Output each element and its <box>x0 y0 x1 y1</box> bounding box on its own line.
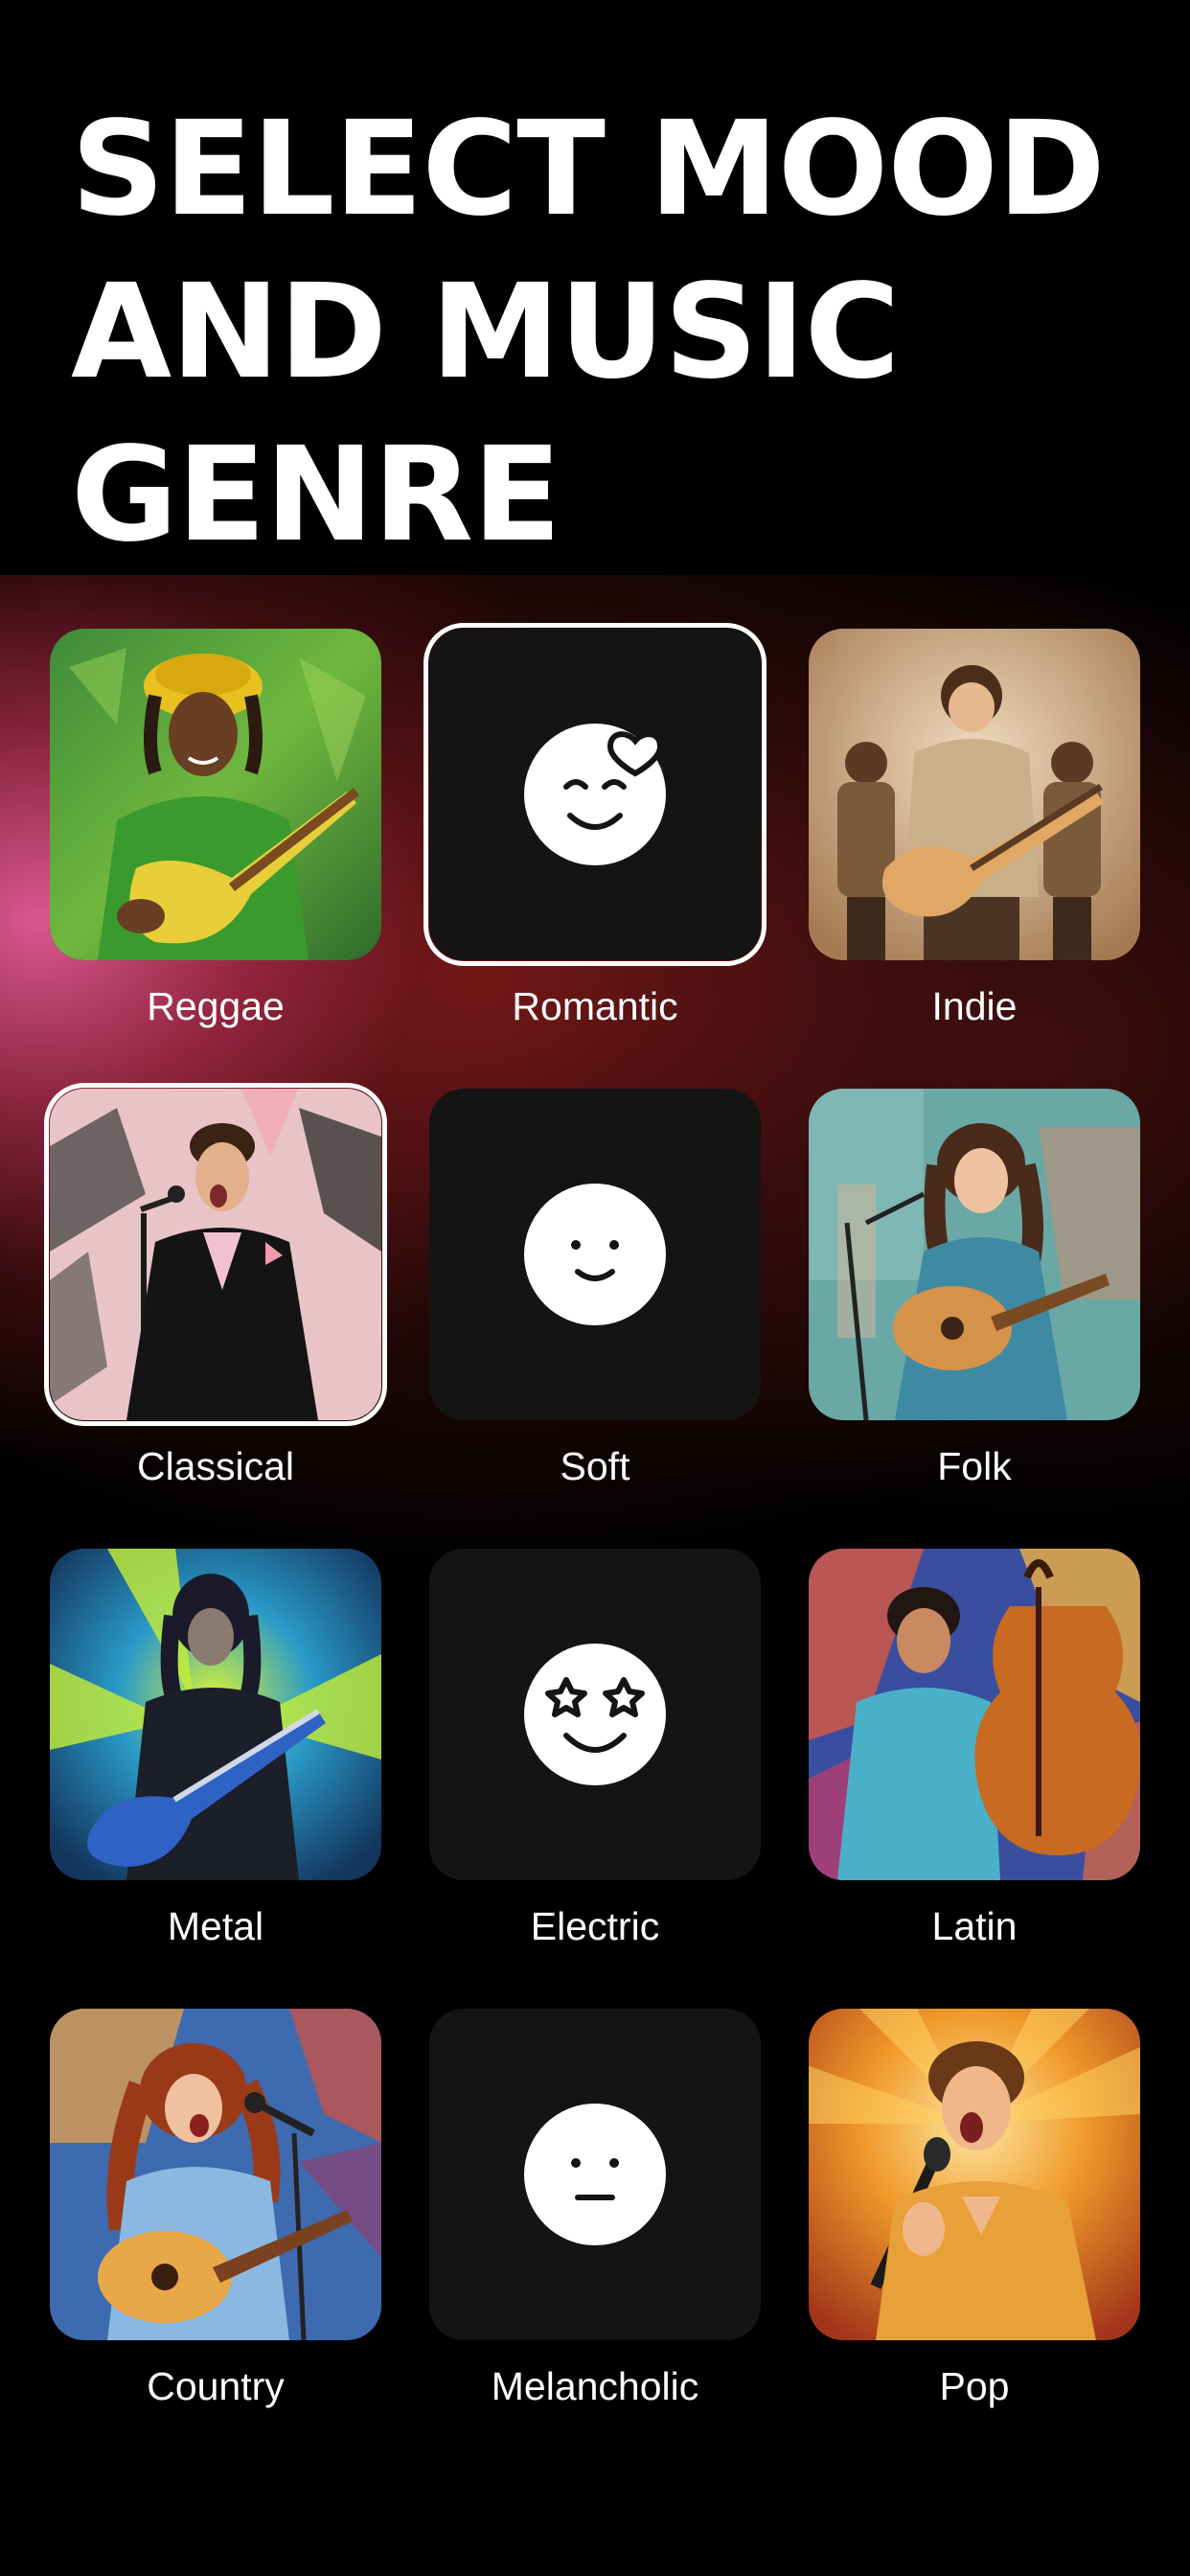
indie-artwork <box>809 629 1140 960</box>
option-tile-romantic[interactable] <box>423 623 767 966</box>
neutral-face-icon <box>524 2104 666 2245</box>
option-label-reggae: Reggae <box>147 984 285 1028</box>
option-tile-pop[interactable] <box>809 2009 1140 2340</box>
option-tile-country[interactable] <box>50 2009 381 2340</box>
metal-artwork <box>50 1549 381 1880</box>
option-label-classical: Classical <box>136 1444 295 1488</box>
option-label-soft: Soft <box>560 1444 630 1488</box>
option-label-romantic: Romantic <box>512 984 678 1028</box>
mood-genre-grid: Reggae Romantic Indie Classical Soft Fol… <box>0 0 1190 2576</box>
option-label-country: Country <box>147 2364 285 2408</box>
option-tile-reggae[interactable] <box>50 629 381 960</box>
option-tile-folk[interactable] <box>809 1089 1140 1420</box>
option-label-melancholic: Melancholic <box>491 2364 699 2408</box>
option-tile-indie[interactable] <box>809 629 1140 960</box>
smile-heart-icon <box>524 724 666 865</box>
option-label-metal: Metal <box>167 1904 264 1948</box>
option-label-electric: Electric <box>530 1904 660 1948</box>
star-eyes-icon <box>524 1644 666 1785</box>
reggae-artwork <box>50 629 381 960</box>
folk-artwork <box>809 1089 1140 1420</box>
pop-artwork <box>809 2009 1140 2340</box>
smile-icon <box>524 1184 666 1325</box>
option-tile-latin[interactable] <box>809 1549 1140 1880</box>
country-artwork <box>50 2009 381 2340</box>
option-label-pop: Pop <box>939 2364 1010 2408</box>
latin-artwork <box>809 1549 1140 1880</box>
option-label-folk: Folk <box>937 1444 1012 1488</box>
option-tile-soft[interactable] <box>429 1089 761 1420</box>
option-tile-metal[interactable] <box>50 1549 381 1880</box>
option-label-latin: Latin <box>931 1904 1018 1948</box>
option-tile-electric[interactable] <box>429 1549 761 1880</box>
classical-artwork <box>50 1089 381 1420</box>
option-tile-melancholic[interactable] <box>429 2009 761 2340</box>
option-tile-classical[interactable] <box>44 1083 387 1426</box>
option-label-indie: Indie <box>931 984 1018 1028</box>
